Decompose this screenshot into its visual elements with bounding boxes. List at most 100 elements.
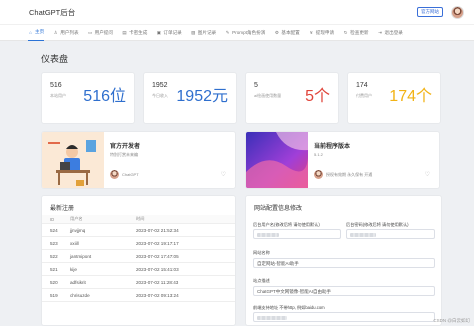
prompt-icon: ✎ [225, 29, 230, 35]
user-icon: ♙ [53, 29, 58, 35]
money-icon: ¥ [309, 30, 313, 35]
cell-time: 2023-07-02 19:17:17 [136, 240, 179, 246]
cell-id: 522 [50, 253, 58, 259]
avatar [110, 170, 119, 179]
table-row: 524 jjnvjjmq 2023-07-02 21:52:34 [42, 224, 235, 237]
avatar[interactable] [451, 5, 464, 19]
admin-username-label: 后台用户名(修改后将 请勿使用默认) [253, 222, 320, 227]
frontend-domain-label: 前端支持地址 不带http, 例如baidu.com [253, 305, 325, 310]
stat-highlight: 1952元 [176, 88, 228, 105]
frontend-domain-input[interactable] [253, 312, 435, 322]
column-header: 时间 [136, 216, 145, 221]
card-title: 当前程序版本 [314, 144, 351, 150]
table-row: 519 chrisuzde 2023-07-02 09:13:24 [42, 289, 235, 302]
site-description-input[interactable]: ChatGPT中文网镜像-智能AI自由助手 [253, 286, 435, 296]
stat-label: ai绘画使用数量 [254, 93, 282, 98]
nav-item-1[interactable]: ♙ 用户列表 [53, 24, 79, 41]
nav-label: 主页 [35, 29, 45, 34]
nav-item-9[interactable]: ↻ 检查更新 [343, 24, 369, 41]
card-subtitle: 特别打赏未来编 [110, 152, 138, 157]
order-icon: ▣ [156, 29, 161, 35]
stat-label: 今日收入 [152, 93, 168, 98]
chat-icon: ▭ [87, 29, 93, 35]
stat-number: 5 [254, 82, 258, 89]
nav-label: 提现申请 [315, 29, 335, 35]
admin-password-input[interactable] [346, 229, 435, 239]
site-config-panel: 网站配置信息修改 后台用户名(修改后将 请勿使用默认) 后台密码(修改后将 请勿… [245, 195, 442, 326]
cell-id: 519 [50, 292, 58, 298]
nav-label: 用户列表 [60, 29, 79, 35]
stat-number: 174 [356, 82, 368, 89]
nav-item-10[interactable]: ⇥ 退出登录 [378, 24, 403, 41]
nav-item-5[interactable]: ▨ 图片记录 [191, 24, 216, 41]
nav-label: 用户提问 [94, 29, 113, 35]
stat-card-income: 1952 今日收入 1952元 [143, 72, 237, 124]
heart-icon[interactable]: ♡ [221, 171, 226, 178]
cell-username: xxiill [70, 240, 79, 246]
table-row: 521 kije 2023-07-02 15:41:03 [42, 263, 235, 276]
nav-item-0[interactable]: ⌂ 主页 [28, 24, 45, 41]
card-license: 授权有效期 永久保有 开通 [326, 172, 373, 177]
nav-item-6[interactable]: ✎ Prompt角色扮演 [225, 24, 266, 41]
site-name-label: 网站名称 [253, 250, 270, 255]
table-row: 522 jantmipont 2023-07-02 17:47:05 [42, 250, 235, 263]
stat-card-paid-users: 174 付费用户 174个 [347, 72, 441, 124]
cell-id: 521 [50, 266, 58, 272]
stat-number: 516 [50, 82, 62, 89]
nav-label: 检查更新 [350, 29, 369, 35]
panel-title: 最新注册 [50, 206, 75, 212]
table-row: 523 xxiill 2023-07-02 19:17:17 [42, 237, 235, 250]
cell-time: 2023-07-02 11:28:43 [136, 279, 179, 285]
cell-username: adfsikrit [70, 279, 86, 285]
version-illustration [246, 132, 308, 188]
logout-icon: ⇥ [378, 29, 382, 35]
nav-item-3[interactable]: ▤ 卡密生成 [122, 24, 147, 41]
nav-item-7[interactable]: ⚙ 基本配置 [274, 24, 300, 41]
cell-username: jjnvjjmq [70, 227, 86, 233]
page-title: 仪表盘 [41, 54, 69, 64]
cell-username: kije [70, 266, 77, 272]
nav-label: 订单记录 [163, 29, 182, 35]
card-username: ChatGPT [122, 172, 139, 177]
version-card: 当前程序版本 5.1.2 授权有效期 永久保有 开通 ♡ [245, 131, 440, 189]
table-row: 520 adfsikrit 2023-07-02 11:28:43 [42, 276, 235, 289]
column-header: 用户名 [70, 216, 83, 221]
official-site-button[interactable]: 官方网站 [417, 7, 443, 17]
top-bar: ChatGPT后台 官方网站 [0, 0, 474, 24]
gear-icon: ⚙ [274, 29, 279, 35]
cell-time: 2023-07-02 09:13:24 [136, 292, 179, 298]
card-title: 官方开发者 [110, 144, 141, 150]
stat-card-ai-drawing: 5 ai绘画使用数量 5个 [245, 72, 339, 124]
column-header: ID [50, 216, 55, 222]
cell-id: 524 [50, 227, 58, 233]
nav-item-2[interactable]: ▭ 用户提问 [88, 24, 113, 41]
stat-number: 1952 [152, 82, 168, 89]
cell-username: jantmipont [70, 253, 92, 259]
site-name-input[interactable]: 自定网站-智能AI助手 [253, 258, 435, 268]
nav-item-4[interactable]: ▣ 订单记录 [156, 24, 182, 41]
cell-time: 2023-07-02 17:47:05 [136, 253, 179, 259]
app-title: ChatGPT后台 [29, 7, 76, 17]
cell-id: 523 [50, 240, 58, 246]
heart-icon[interactable]: ♡ [425, 171, 430, 178]
recent-users-table: ID 用户名 时间 524 jjnvjjmq 2023-07-02 21:52:… [42, 215, 235, 302]
image-icon: ▨ [191, 29, 196, 35]
nav-label: 卡密生成 [128, 29, 148, 35]
admin-password-label: 后台密码(修改后将 请勿使用默认) [346, 222, 409, 227]
update-icon: ↻ [343, 29, 348, 35]
stat-highlight: 174个 [389, 88, 432, 105]
stat-card-users: 516 本站用户 516位 [41, 72, 135, 124]
main-nav: ⌂ 主页 ♙ 用户列表 ▭ 用户提问 ▤ 卡密生成 ▣ 订单记录 ▨ 图片记录 ✎ Prompt角色扮演 ⚙… [0, 24, 474, 41]
table-header: ID 用户名 时间 [42, 215, 235, 224]
nav-item-8[interactable]: ¥ 提现申请 [309, 24, 334, 41]
panel-title: 网站配置信息修改 [254, 206, 303, 212]
stat-label: 付费用户 [356, 93, 372, 98]
stat-highlight: 5个 [305, 88, 330, 105]
watermark: CSDN @白云如幻 [433, 318, 470, 323]
cell-id: 520 [50, 279, 58, 285]
home-icon: ⌂ [29, 29, 32, 35]
admin-username-input[interactable] [253, 229, 341, 239]
cell-time: 2023-07-02 15:41:03 [136, 266, 179, 272]
stat-label: 本站用户 [50, 93, 66, 98]
developer-illustration [42, 132, 104, 188]
